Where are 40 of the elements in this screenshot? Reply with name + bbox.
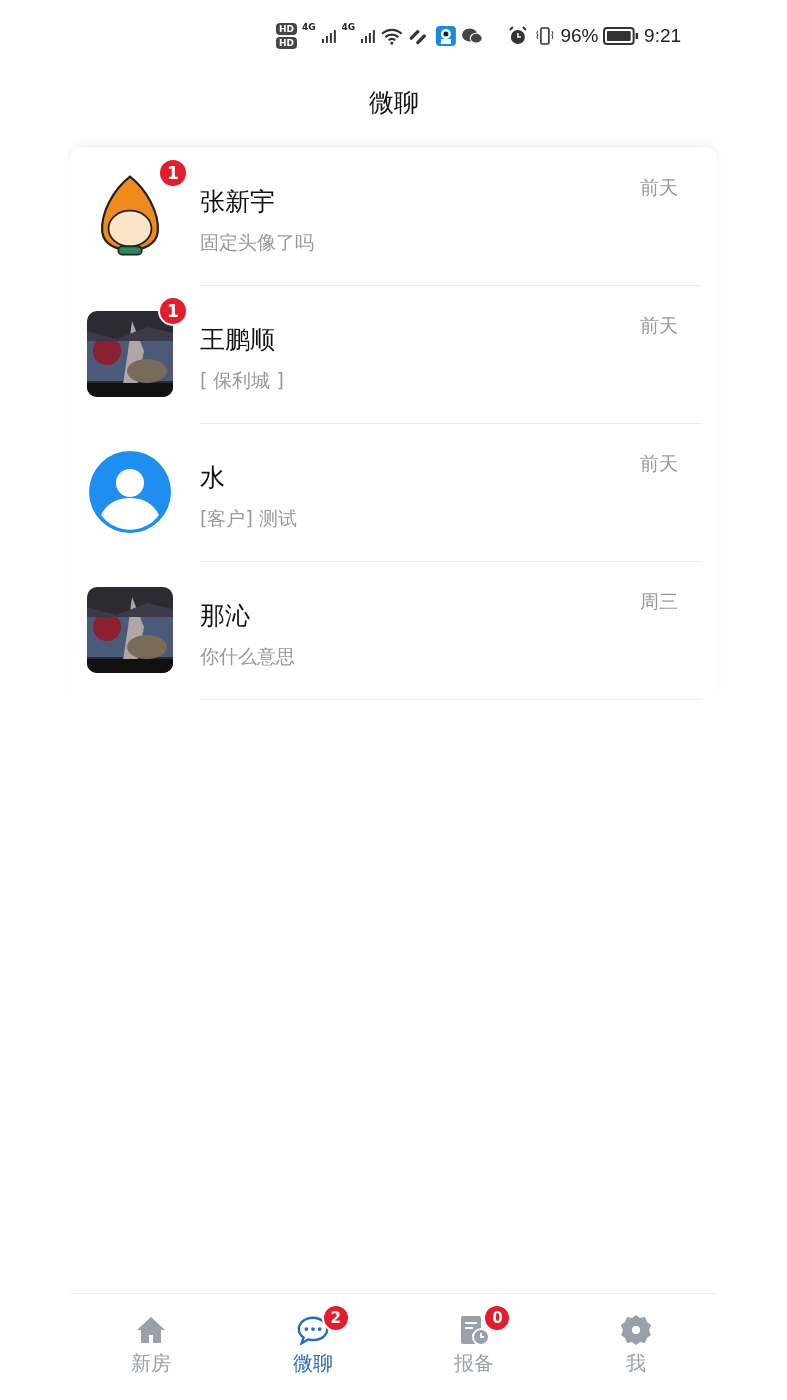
message-preview: [客户] 测试 bbox=[200, 506, 298, 531]
message-time: 前天 bbox=[640, 313, 678, 338]
contact-name: 张新宇 bbox=[200, 186, 275, 218]
count-badge: 0 bbox=[483, 1304, 512, 1332]
robot-icon bbox=[434, 26, 457, 46]
chat-bubbles-icon bbox=[461, 26, 484, 46]
chat-bubble-icon bbox=[295, 1314, 330, 1346]
person-avatar-icon bbox=[87, 449, 173, 535]
settings-icon bbox=[619, 1314, 654, 1346]
message-time: 前天 bbox=[640, 175, 678, 200]
alarm-icon bbox=[506, 26, 529, 46]
clock-time: 9:21 bbox=[644, 25, 682, 47]
conversation-item[interactable]: 那沁 周三 你什么意思 bbox=[70, 561, 717, 699]
contact-name: 王鹏顺 bbox=[200, 324, 275, 356]
message-time: 前天 bbox=[640, 451, 678, 476]
conversation-item[interactable]: 1 张新宇 前天 固定头像了吗 bbox=[70, 147, 717, 285]
unread-badge: 1 bbox=[158, 296, 188, 326]
nav-tab[interactable]: 0 报备 bbox=[393, 1294, 556, 1400]
unread-badge: 1 bbox=[158, 158, 188, 188]
sim-label: HD bbox=[276, 37, 297, 49]
battery-icon bbox=[603, 26, 640, 46]
network-label: 4G bbox=[302, 22, 316, 32]
conversation-item[interactable]: 水 前天 [客户] 测试 bbox=[70, 423, 717, 561]
battery-percent: 96% bbox=[560, 25, 599, 47]
message-preview: 你什么意思 bbox=[200, 644, 296, 669]
conversation-item[interactable]: 1 王鹏顺 前天 [ 保利城 ] bbox=[70, 285, 717, 423]
message-preview: [ 保利城 ] bbox=[200, 368, 285, 393]
message-preview: 固定头像了吗 bbox=[200, 230, 315, 255]
nav-tab[interactable]: 2 微聊 bbox=[231, 1294, 394, 1400]
screen-title: 微聊 bbox=[367, 87, 420, 119]
signal-icon bbox=[360, 27, 376, 45]
contact-name: 水 bbox=[200, 462, 225, 494]
count-badge: 2 bbox=[321, 1304, 350, 1332]
sim-label: HD bbox=[276, 23, 297, 35]
vibrate-icon bbox=[533, 26, 556, 46]
signal-icon bbox=[320, 27, 337, 45]
network-label: 4G bbox=[341, 22, 356, 32]
wifi-icon bbox=[381, 26, 403, 46]
contact-name: 那沁 bbox=[200, 600, 250, 632]
message-time: 周三 bbox=[640, 589, 678, 614]
